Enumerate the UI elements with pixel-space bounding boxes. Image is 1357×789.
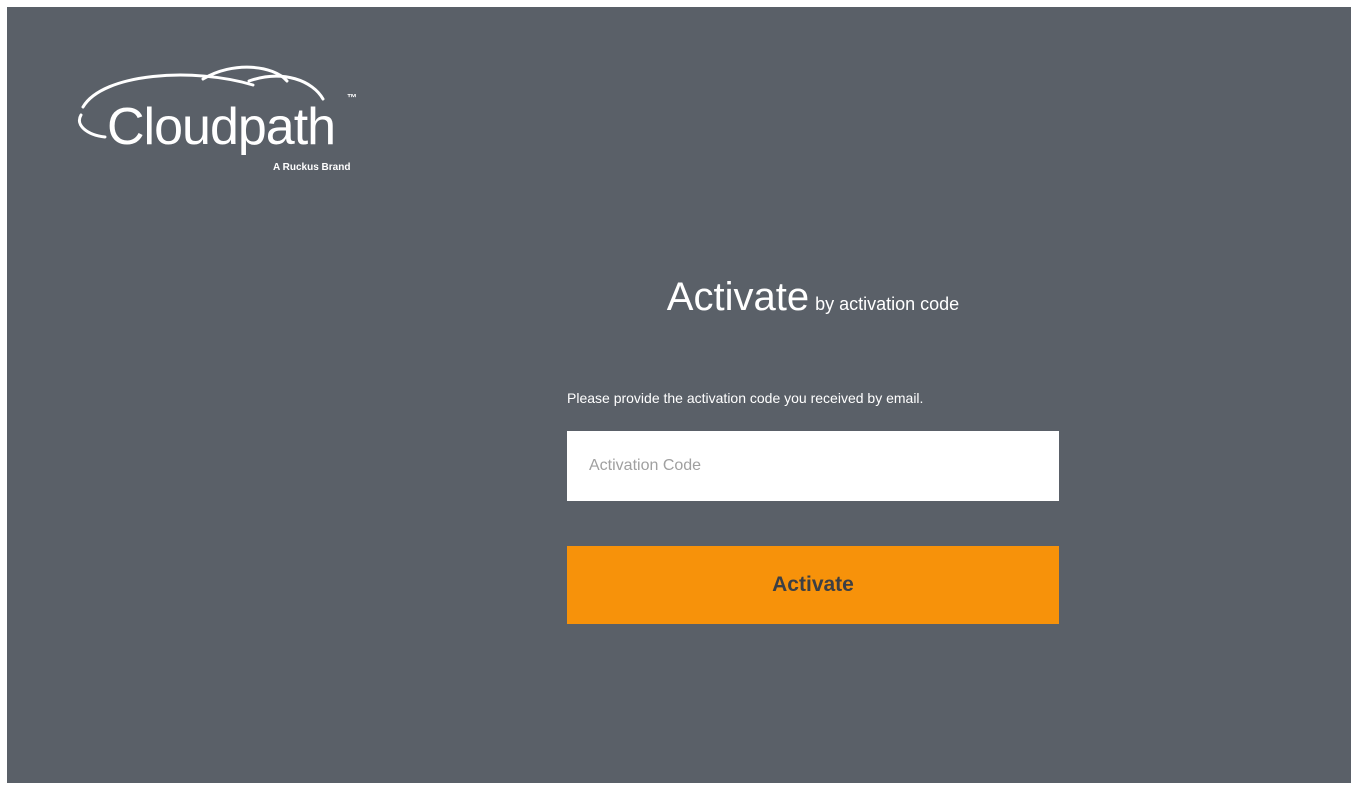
activate-button[interactable]: Activate <box>567 546 1059 624</box>
page-heading: Activate by activation code <box>567 275 1059 320</box>
logo-tagline: A Ruckus Brand <box>273 162 351 173</box>
page-subtitle: by activation code <box>815 294 960 314</box>
trademark-symbol: ™ <box>347 93 357 104</box>
activation-code-input[interactable] <box>567 431 1059 501</box>
activation-page: Cloudpath ™ A Ruckus Brand Activate by ac… <box>7 7 1351 783</box>
cloudpath-logo: Cloudpath ™ A Ruckus Brand <box>73 63 383 183</box>
page-title: Activate <box>666 275 810 319</box>
logo-wordmark: Cloudpath <box>107 98 336 156</box>
instructions-text: Please provide the activation code you r… <box>567 390 924 406</box>
